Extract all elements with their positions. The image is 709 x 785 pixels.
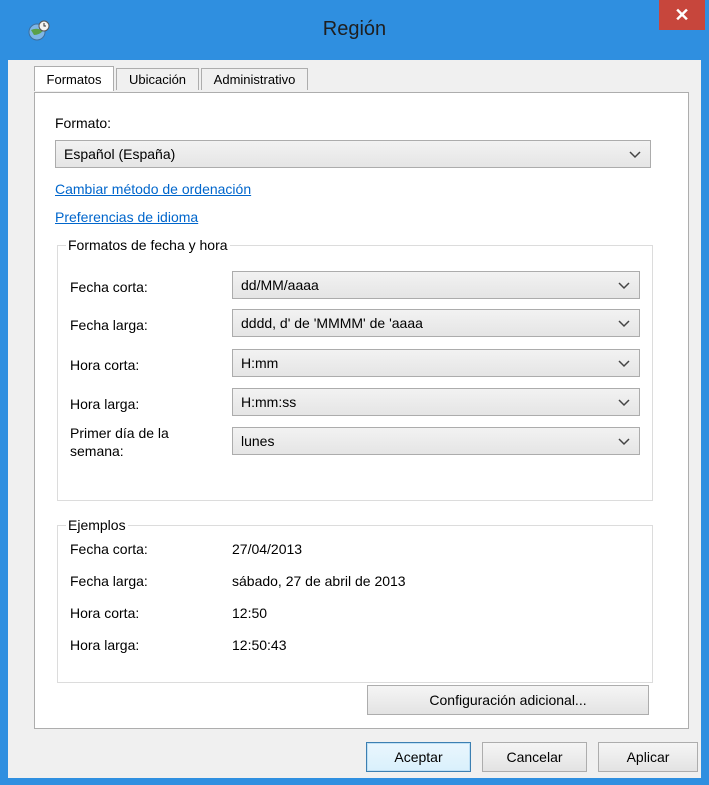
short-date-format: dd/MM/aaaa [241, 277, 319, 293]
format-dropdown[interactable]: Español (España) [55, 140, 651, 168]
dialog-client-area: Formatos Ubicación Administrativo Format… [8, 60, 701, 778]
formatos-panel: Formato: Español (España) Cambiar método… [34, 92, 689, 729]
format-value: Español (España) [64, 146, 176, 162]
format-label: Formato: [55, 115, 112, 131]
short-time-label: Hora corta: [70, 357, 140, 373]
long-date-dropdown[interactable]: dddd, d' de 'MMMM' de 'aaaa [232, 309, 640, 337]
long-date-label: Fecha larga: [70, 317, 148, 333]
cancel-button[interactable]: Cancelar [482, 742, 587, 772]
language-preferences-link[interactable]: Preferencias de idioma [55, 209, 198, 225]
ok-button[interactable]: Aceptar [366, 742, 471, 772]
region-dialog: Región ✕ Formatos Ubicación Administrati… [0, 0, 709, 785]
first-day-of-week-value: lunes [241, 433, 275, 449]
short-date-dropdown[interactable]: dd/MM/aaaa [232, 271, 640, 299]
chevron-down-icon [618, 360, 630, 368]
change-sort-method-link[interactable]: Cambiar método de ordenación [55, 181, 251, 197]
long-date-format: dddd, d' de 'MMMM' de 'aaaa [241, 315, 423, 331]
chevron-down-icon [618, 438, 630, 446]
short-time-dropdown[interactable]: H:mm [232, 349, 640, 377]
additional-settings-button[interactable]: Configuración adicional... [367, 685, 649, 715]
example-short-date-label: Fecha corta: [70, 541, 148, 557]
first-day-of-week-label: Primer día de la semana: [70, 425, 169, 459]
tab-formatos[interactable]: Formatos [34, 66, 114, 91]
first-day-of-week-dropdown[interactable]: lunes [232, 427, 640, 455]
example-short-date-value: 27/04/2013 [232, 541, 303, 557]
example-long-time-label: Hora larga: [70, 637, 140, 653]
title-bar[interactable]: Región ✕ [0, 0, 709, 60]
apply-button[interactable]: Aplicar [598, 742, 698, 772]
example-long-time-value: 12:50:43 [232, 637, 287, 653]
short-date-label: Fecha corta: [70, 279, 148, 295]
long-time-label: Hora larga: [70, 396, 140, 412]
tab-ubicacion[interactable]: Ubicación [116, 68, 199, 90]
example-short-time-value: 12:50 [232, 605, 268, 621]
short-time-format: H:mm [241, 355, 279, 371]
chevron-down-icon [618, 320, 630, 328]
chevron-down-icon [618, 282, 630, 290]
chevron-down-icon [618, 399, 630, 407]
datetime-formats-group: Formatos de fecha y hora Fecha corta: dd… [57, 236, 653, 501]
example-short-time-label: Hora corta: [70, 605, 140, 621]
window-title: Región [322, 18, 387, 40]
close-button[interactable]: ✕ [659, 0, 705, 30]
examples-group: Ejemplos Fecha corta: 27/04/2013 Fecha l… [57, 516, 653, 683]
example-long-date-label: Fecha larga: [70, 573, 148, 589]
datetime-formats-title: Formatos de fecha y hora [66, 236, 230, 254]
long-time-dropdown[interactable]: H:mm:ss [232, 388, 640, 416]
examples-title: Ejemplos [66, 516, 128, 534]
example-long-date-value: sábado, 27 de abril de 2013 [232, 573, 406, 589]
close-icon: ✕ [674, 5, 690, 25]
long-time-format: H:mm:ss [241, 394, 297, 410]
chevron-down-icon [629, 151, 641, 159]
tab-administrativo[interactable]: Administrativo [201, 68, 308, 90]
